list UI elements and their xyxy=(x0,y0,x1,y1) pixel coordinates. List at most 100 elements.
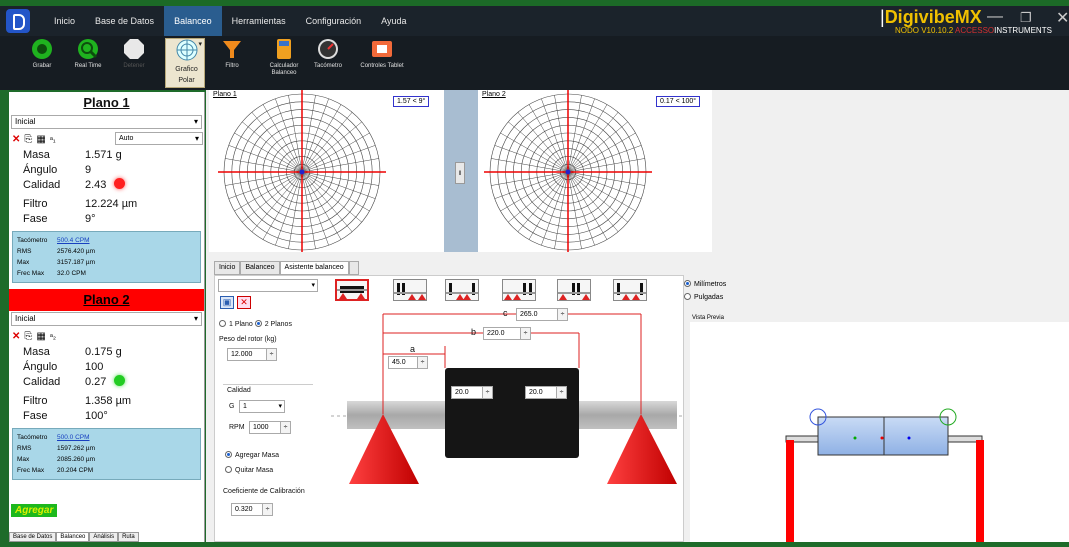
stop-icon xyxy=(124,39,144,59)
tab-balanceo-inner[interactable]: Balanceo xyxy=(240,261,280,275)
plano2-combo[interactable]: Inicial xyxy=(11,312,202,326)
menu-inicio[interactable]: Inicio xyxy=(44,6,85,36)
radio-agregar-masa[interactable] xyxy=(225,451,232,458)
angulo-label: Ángulo xyxy=(23,164,58,176)
filtro-button[interactable]: Filtro xyxy=(210,38,254,70)
radio-1-plano[interactable] xyxy=(219,320,226,327)
menu-configuracion[interactable]: Configuración xyxy=(296,6,372,36)
filter-icon xyxy=(223,41,241,58)
config-button-4[interactable] xyxy=(502,279,536,301)
g-select[interactable]: 1 xyxy=(239,400,285,413)
plano1-mode-select[interactable]: Auto xyxy=(115,132,203,145)
tab-inicio[interactable]: Inicio xyxy=(214,261,241,275)
dim-b-input[interactable]: 220.0 xyxy=(483,327,531,340)
plano1-combo[interactable]: Inicial xyxy=(11,115,202,129)
realtime-button[interactable]: Real Time xyxy=(66,38,110,70)
disk-dim-2-input[interactable]: 20.0 xyxy=(525,386,567,399)
delete-icon[interactable]: ✕ xyxy=(12,331,20,342)
info-value: 2576.420 µm xyxy=(57,248,96,255)
grabar-label: Grabar xyxy=(32,63,52,69)
plano2-angulo-row: Ángulo 100 xyxy=(9,360,204,375)
grid-icon[interactable]: ▦ xyxy=(36,331,45,342)
config-button-6[interactable] xyxy=(613,279,647,301)
clear-icon[interactable]: ✕ xyxy=(237,296,251,309)
menu-herramientas[interactable]: Herramientas xyxy=(222,6,296,36)
grid-icon[interactable]: ▦ xyxy=(36,134,45,145)
maximize-icon[interactable]: ❐ xyxy=(1020,10,1032,26)
peso-input[interactable]: 12.000 xyxy=(227,348,277,361)
menu-base-de-datos[interactable]: Base de Datos xyxy=(85,6,164,36)
config-button-2[interactable] xyxy=(393,279,427,301)
config-button-5[interactable] xyxy=(557,279,591,301)
calidad-label: Calidad xyxy=(23,376,61,388)
detener-button[interactable]: Detener xyxy=(112,38,156,70)
grafico-polar-button[interactable]: Grafico Polar xyxy=(165,38,205,88)
info-key: Max xyxy=(17,259,30,266)
delete-icon[interactable]: ✕ xyxy=(12,134,20,145)
rpm-input[interactable]: 1000 xyxy=(249,421,291,434)
tab-asistente[interactable]: Asistente balanceo xyxy=(279,261,349,275)
plano2-toolbar: ✕ ⎘ ▦ ᵃ₂ xyxy=(9,327,204,345)
tab-analisis[interactable]: Análisis xyxy=(89,532,119,542)
tab-base-de-datos[interactable]: Base de Datos xyxy=(9,532,57,542)
tachometer-icon xyxy=(318,39,338,59)
config-button-3[interactable] xyxy=(445,279,479,301)
minimize-icon[interactable]: — xyxy=(987,8,1003,26)
menu-balanceo[interactable]: Balanceo xyxy=(164,6,222,36)
info-key: Frec Max xyxy=(17,270,45,277)
info-value: 2085.260 µm xyxy=(57,456,96,463)
plane-number-icon[interactable]: ᵃ₁ xyxy=(50,135,56,144)
disk-dim-1-input[interactable]: 20.0 xyxy=(451,386,493,399)
copy-icon[interactable]: ⎘ xyxy=(24,134,32,145)
agregar-masa-label: Agregar Masa xyxy=(235,452,279,459)
radio-milimetros[interactable] xyxy=(684,280,691,287)
controles-tablet-button[interactable]: Controles Tablet xyxy=(360,38,404,70)
splitter[interactable]: ‖ xyxy=(444,90,478,252)
plano2-tacometro-link[interactable]: 500.0 CPM xyxy=(57,432,90,443)
close-icon[interactable]: ✕ xyxy=(1056,8,1069,28)
plano1-fase: 9° xyxy=(85,213,96,225)
dim-c-input[interactable]: 265.0 xyxy=(516,308,568,321)
tab-ruta[interactable]: Ruta xyxy=(118,532,139,542)
brand-name: DigivibeMX xyxy=(884,7,982,27)
plano1-polar-chart[interactable] xyxy=(209,90,444,252)
brand-ins: INSTRUMENTS xyxy=(994,26,1052,35)
copy-icon[interactable]: ⎘ xyxy=(24,331,32,342)
brand-version: NODO V10.10.2 xyxy=(895,26,954,35)
splitter-grip-icon[interactable]: ‖ xyxy=(455,162,465,184)
radio-2-planos[interactable] xyxy=(254,320,262,327)
app-logo-icon[interactable] xyxy=(6,9,30,33)
dim-a-input[interactable]: 45.0 xyxy=(388,356,428,369)
tablet-icon xyxy=(372,41,392,57)
config-button-1[interactable] xyxy=(335,279,369,301)
units-mm-label: Milímetros xyxy=(694,281,727,288)
coef-input[interactable]: 0.320 xyxy=(231,503,273,516)
grabar-button[interactable]: Grabar xyxy=(20,38,64,70)
tab-balanceo[interactable]: Balanceo xyxy=(56,532,90,542)
config-select[interactable] xyxy=(218,279,318,292)
plano1-tacometro-link[interactable]: 500.4 CPM xyxy=(57,235,90,246)
quitar-masa-label: Quitar Masa xyxy=(235,467,274,474)
plane-number-icon[interactable]: ᵃ₂ xyxy=(50,332,56,341)
plano2-info-box: Tacómetro 500.0 CPM RMS 1597.262 µm Max 208… xyxy=(12,428,201,480)
plano2-masa-row: Masa 0.175 g xyxy=(9,345,204,360)
calculador-button[interactable]: Calculador Balanceo xyxy=(262,38,306,77)
realtime-label: Real Time xyxy=(74,63,102,69)
info-key: RMS xyxy=(17,248,32,255)
peso-label: Peso del rotor (kg) xyxy=(219,336,277,343)
plano2-polar-value: 0.17 < 100° xyxy=(656,96,701,107)
radio-pulgadas[interactable] xyxy=(684,293,691,300)
left-panel: Plano 1 Inicial ✕ ⎘ ▦ ᵃ₁ Auto Masa 1.571 … xyxy=(9,92,205,542)
save-icon[interactable]: ▣ xyxy=(220,296,234,309)
config-4-icon xyxy=(503,283,535,300)
tacometro-button[interactable]: Tacómetro xyxy=(306,38,350,70)
plano2-title: Plano 2 xyxy=(9,289,204,311)
fase-label: Fase xyxy=(23,213,48,225)
plano1-masa-row: Masa 1.571 g xyxy=(9,148,204,163)
radio-quitar-masa[interactable] xyxy=(225,466,232,473)
plano2-polar-chart[interactable] xyxy=(478,90,712,252)
agregar-button[interactable]: Agregar xyxy=(11,504,58,517)
menu-ayuda[interactable]: Ayuda xyxy=(371,6,416,36)
tab-close-icon[interactable] xyxy=(348,261,359,275)
controles-tablet-label: Controles Tablet xyxy=(360,63,404,69)
